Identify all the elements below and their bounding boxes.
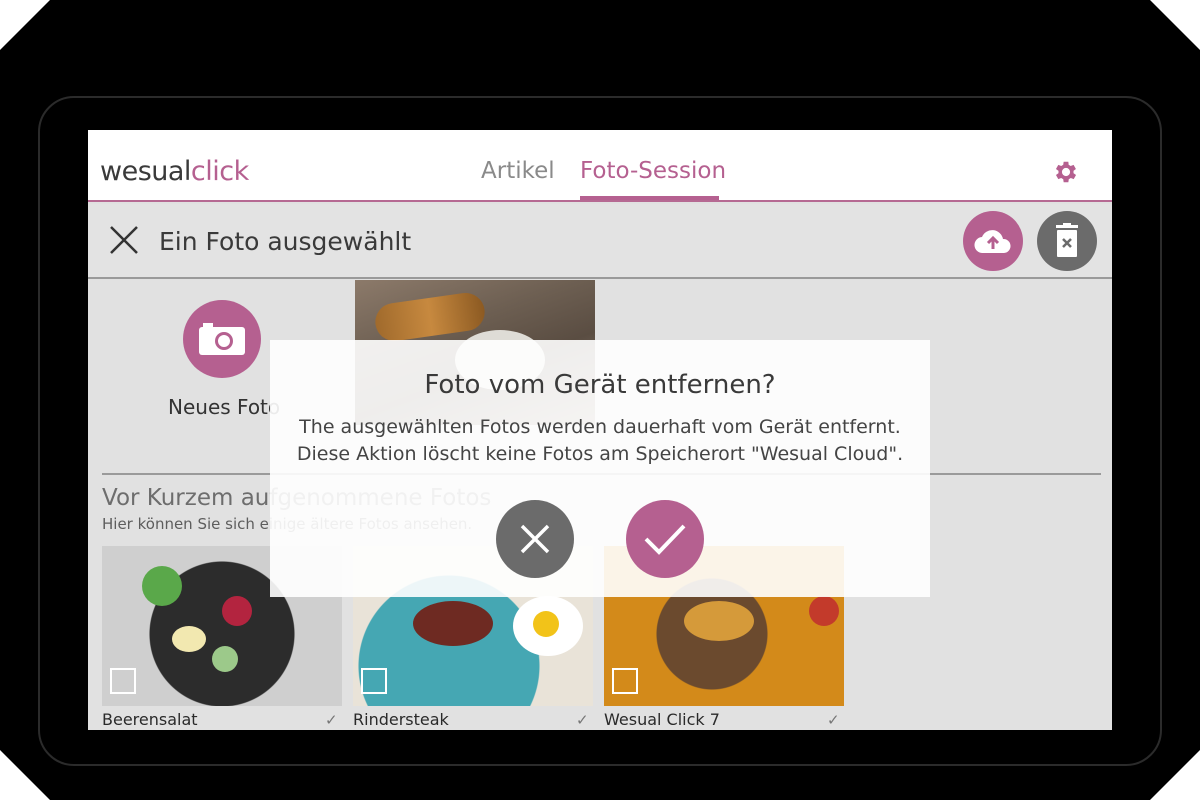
dialog-message: The ausgewählten Fotos werden dauerhaft … (270, 414, 930, 468)
close-icon (520, 524, 550, 554)
checkmark-icon (644, 524, 686, 555)
camera-icon (199, 323, 245, 355)
berries (222, 596, 252, 626)
confirm-dialog: Foto vom Gerät entfernen? The ausgewählt… (270, 340, 930, 597)
logo-click: click (190, 156, 249, 187)
uploaded-check-icon: ✓ (827, 711, 840, 729)
new-photo-label: Neues Foto (168, 395, 281, 419)
tab-foto-session[interactable]: Foto-Session (580, 158, 726, 184)
dialog-confirm-button[interactable] (626, 500, 704, 578)
dialog-title: Foto vom Gerät entfernen? (424, 370, 776, 400)
delete-button[interactable] (1037, 211, 1097, 271)
close-icon[interactable] (108, 224, 140, 256)
logo: wesualclick (100, 156, 249, 187)
selection-bar: Ein Foto ausgewählt (88, 204, 1112, 279)
cloud-upload-icon (974, 230, 1011, 254)
dialog-cancel-button[interactable] (496, 500, 574, 578)
wooden-board (372, 290, 488, 344)
spice-bowl (684, 601, 754, 641)
uploaded-check-icon: ✓ (325, 711, 338, 729)
steak (413, 601, 493, 646)
egg (172, 626, 206, 652)
selection-title: Ein Foto ausgewählt (159, 227, 412, 256)
thumbnail-label: Beerensalat (102, 710, 198, 729)
salad-leaves (142, 566, 182, 606)
uploaded-check-icon: ✓ (576, 711, 589, 729)
thumbnail-label: Wesual Click 7 (604, 710, 720, 729)
new-photo-button[interactable] (183, 300, 261, 378)
active-tab-indicator (580, 196, 719, 200)
tab-artikel[interactable]: Artikel (481, 158, 555, 184)
upload-button[interactable] (963, 211, 1023, 271)
thumbnail-label: Rindersteak (353, 710, 449, 729)
app-header: wesualclick Artikel Foto-Session (88, 130, 1112, 202)
gear-icon[interactable] (1052, 158, 1080, 186)
dialog-message-line: The ausgewählten Fotos werden dauerhaft … (299, 416, 901, 438)
dialog-message-line: Diese Aktion löscht keine Fotos am Speic… (296, 443, 904, 465)
chili-powder (809, 596, 839, 626)
trash-icon (1056, 223, 1078, 257)
logo-wesual: wesual (100, 156, 191, 187)
select-checkbox[interactable] (361, 668, 387, 694)
select-checkbox[interactable] (612, 668, 638, 694)
cucumber (212, 646, 238, 672)
select-checkbox[interactable] (110, 668, 136, 694)
app-screen: wesualclick Artikel Foto-Session Ein Fot… (88, 130, 1112, 730)
egg-yolk (533, 611, 559, 637)
